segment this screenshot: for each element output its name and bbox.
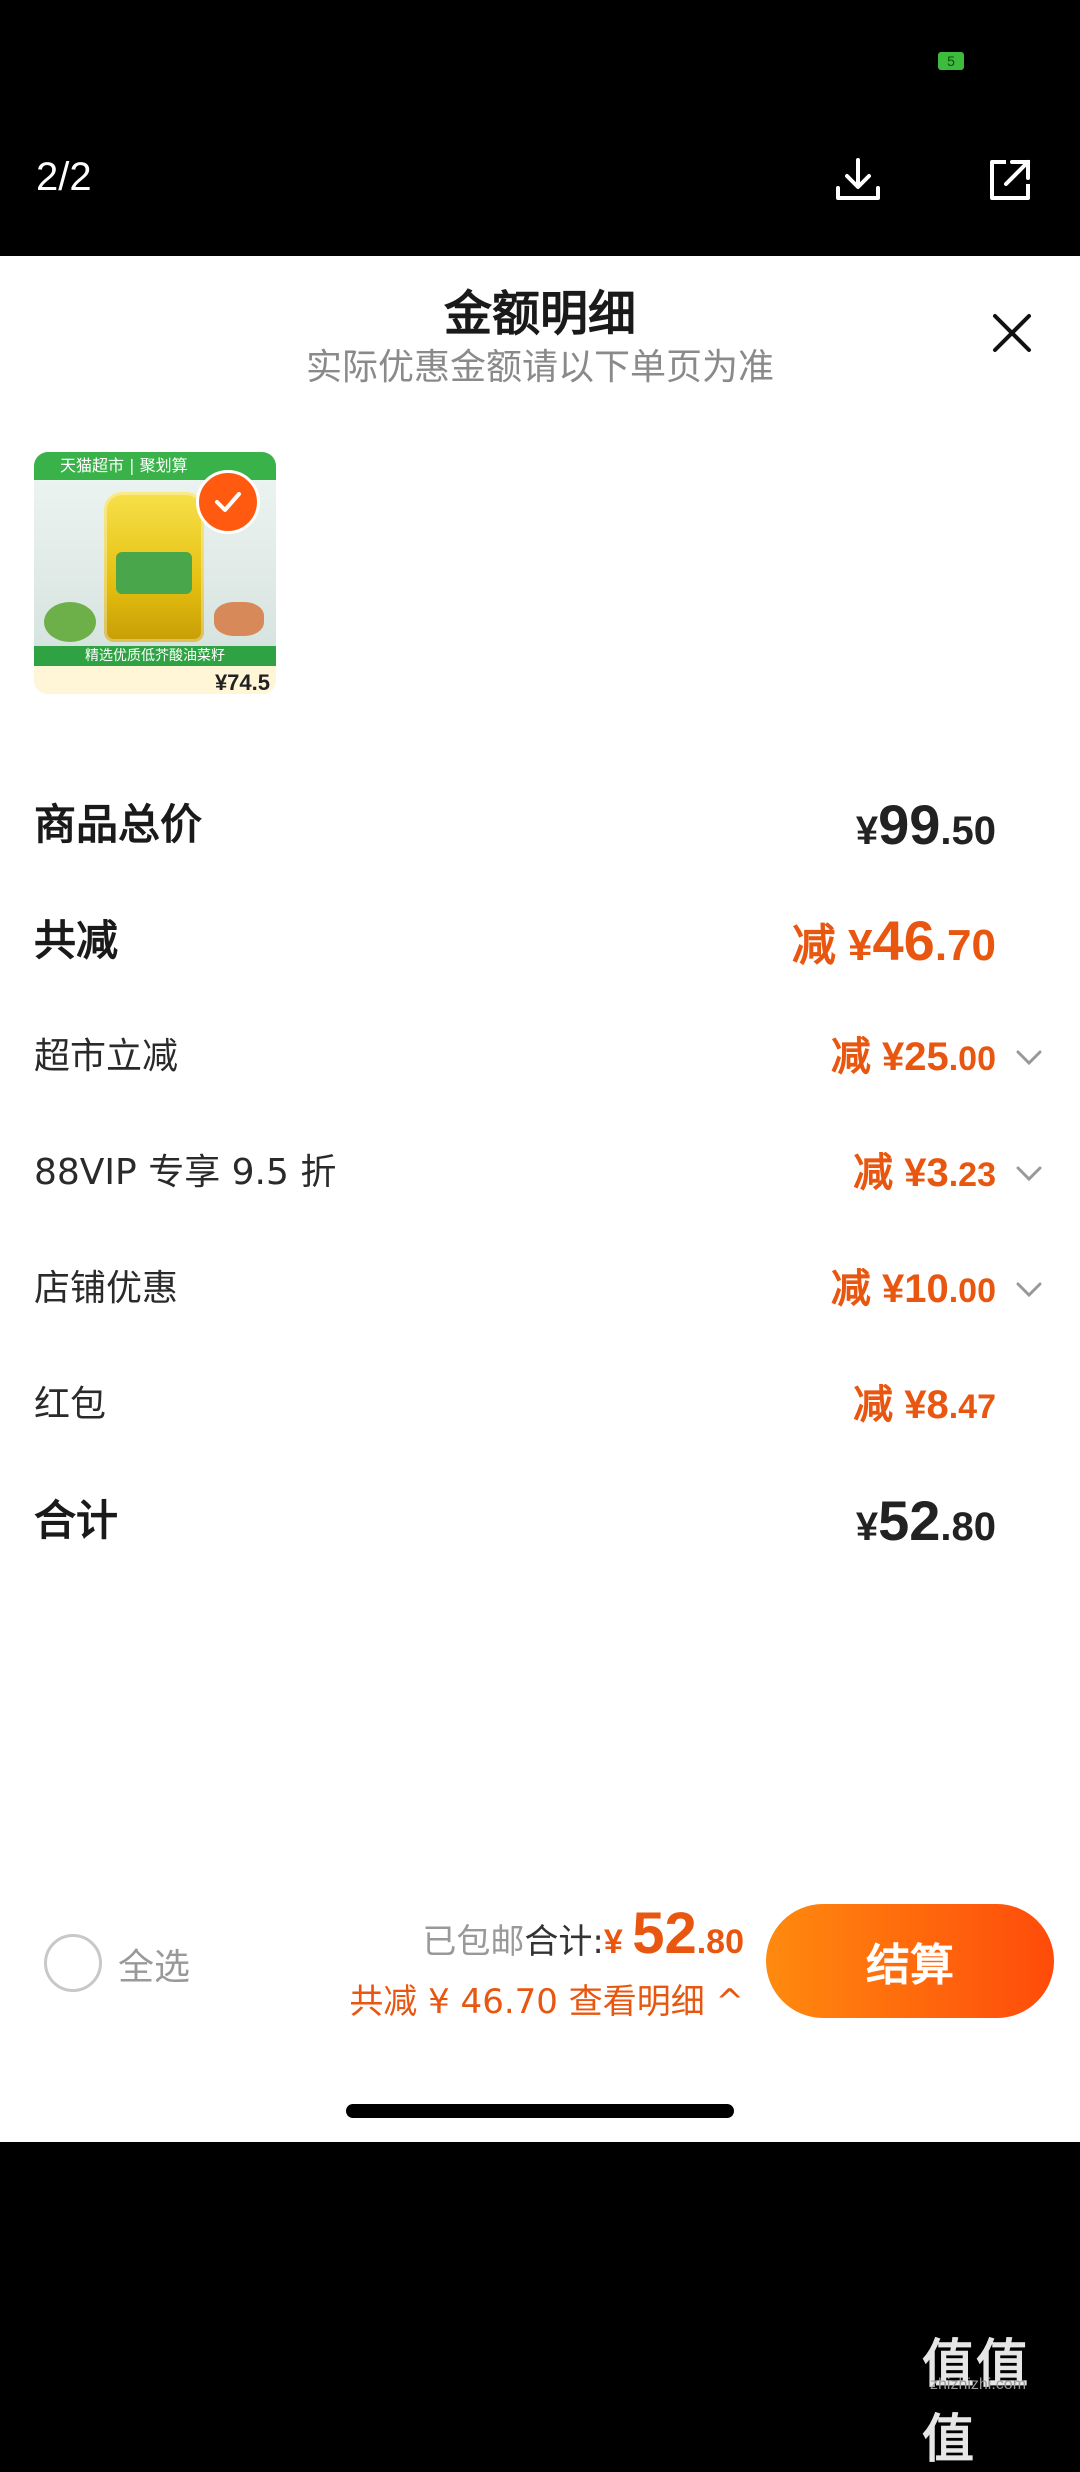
row-label: 超市立减	[34, 1036, 179, 1077]
row-label: 商品总价	[34, 800, 203, 849]
share-icon[interactable]	[980, 150, 1040, 210]
oil-bottle-image	[104, 492, 204, 642]
row-sum: 合计 ¥52.80	[34, 1486, 1046, 1556]
download-icon[interactable]	[828, 150, 888, 210]
page-indicator: 2/2	[36, 155, 92, 199]
row-label: 合计	[34, 1496, 119, 1545]
row-value: 减 ¥46.70	[791, 909, 996, 972]
row-discount-supermarket[interactable]: 超市立减 减 ¥25.00	[34, 1022, 1046, 1092]
sheet-title: 金额明细	[443, 286, 636, 342]
watermark: 值值值	[922, 2335, 1031, 2470]
row-value: ¥99.50	[855, 793, 996, 856]
battery-indicator: 5	[938, 52, 964, 70]
view-details-link[interactable]: 共减 ¥ 46.70 查看明细 ^	[349, 1974, 744, 2023]
total-label: 合计:	[524, 1922, 604, 1962]
product-price: ¥74.5	[214, 670, 270, 694]
row-total-price: 商品总价 ¥99.50	[34, 790, 1046, 860]
row-value: ¥52.80	[855, 1489, 996, 1552]
product-strip: 精选优质低芥酸油菜籽	[34, 646, 276, 666]
row-total-reduction: 共减 减 ¥46.70	[34, 906, 1046, 976]
sheet-subtitle: 实际优惠金额请以下单页为准	[305, 347, 774, 388]
row-value: 减 ¥3.23	[853, 1151, 996, 1195]
amount-detail-sheet: 金额明细 实际优惠金额请以下单页为准 天猫超市 | 聚划算 精选优质低芥酸油菜籽…	[0, 256, 1080, 2142]
chevron-down-icon[interactable]	[1012, 1156, 1046, 1190]
row-discount-88vip[interactable]: 88VIP 专享 9.5 折 减 ¥3.23	[34, 1138, 1046, 1208]
select-all-label[interactable]: 全选	[118, 1938, 190, 1990]
row-discount-store[interactable]: 店铺优惠 减 ¥10.00	[34, 1254, 1046, 1324]
row-label: 店铺优惠	[34, 1268, 179, 1309]
row-value: 减 ¥25.00	[830, 1035, 996, 1079]
home-indicator	[346, 2104, 734, 2118]
row-discount-redpacket: 红包 减 ¥8.47	[34, 1370, 1046, 1440]
footer-total: 已包邮合计:¥ 52.80	[422, 1900, 744, 1967]
row-value: 减 ¥10.00	[830, 1267, 996, 1311]
shipping-label: 已包邮	[422, 1922, 525, 1962]
checkmark-icon[interactable]	[196, 470, 260, 534]
chevron-down-icon[interactable]	[1012, 1272, 1046, 1306]
total-amount: ¥ 52.80	[603, 1901, 744, 1966]
row-label: 88VIP 专享 9.5 折	[34, 1152, 337, 1193]
row-label: 红包	[34, 1384, 107, 1425]
checkout-button[interactable]: 结算	[766, 1904, 1054, 2018]
watermark-site: zhizhizhi.com	[930, 2376, 1027, 2393]
checkout-bar: 全选 已包邮合计:¥ 52.80 共减 ¥ 46.70 查看明细 ^ 结算	[0, 1880, 1080, 2030]
select-all-radio[interactable]	[44, 1934, 102, 1992]
image-viewer-toolbar: 5 2/2	[0, 0, 1080, 256]
close-icon[interactable]	[980, 301, 1044, 365]
chevron-down-icon[interactable]	[1012, 1040, 1046, 1074]
row-label: 共减	[34, 916, 119, 965]
row-value: 减 ¥8.47	[853, 1383, 996, 1427]
